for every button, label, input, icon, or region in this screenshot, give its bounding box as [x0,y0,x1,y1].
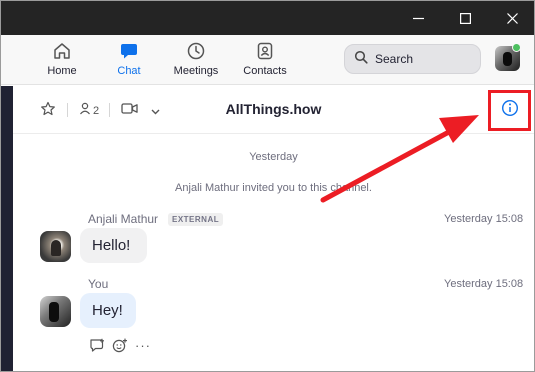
minimize-button[interactable] [395,1,441,35]
nav-home-label: Home [47,65,77,77]
nav-chat[interactable]: Chat [111,40,147,82]
date-separator: Yesterday [249,151,298,163]
title-bar [1,1,534,35]
sender-name[interactable]: You [88,277,108,291]
system-message: Anjali Mathur invited you to this channe… [175,182,372,194]
minimize-icon [412,17,424,19]
clock-icon [185,40,207,62]
message-timestamp: Yesterday 15:08 [444,213,524,225]
message-bubble[interactable]: Hey! [80,293,136,328]
search-box[interactable]: Search [344,44,481,74]
channel-header: 2 AllThings.how [13,86,534,134]
contacts-icon [254,40,276,62]
message-bubble[interactable]: Hello! [80,228,147,263]
sender-name[interactable]: Anjali Mathur [88,212,158,226]
annotation-highlight-box [488,90,531,131]
maximize-icon [459,12,471,24]
search-icon [354,50,368,69]
nav-home[interactable]: Home [45,40,79,82]
maximize-button[interactable] [442,1,488,35]
channel-title: AllThings.how [225,101,322,117]
reply-icon[interactable] [89,338,105,353]
avatar[interactable] [40,296,71,327]
avatar[interactable] [40,231,71,262]
presence-status-dot [512,43,521,52]
sidebar-edge [1,86,13,371]
nav-meetings[interactable]: Meetings [169,40,223,82]
search-label: Search [375,52,414,66]
nav-contacts-label: Contacts [243,65,287,77]
more-options-button[interactable]: ··· [135,338,151,353]
close-icon [506,12,518,24]
nav-contacts[interactable]: Contacts [240,40,290,82]
top-navigation: Home Chat Meetings Contacts Search [1,35,534,85]
chat-bubble-icon [118,40,140,62]
home-icon [51,40,73,62]
message-timestamp: Yesterday 15:08 [444,278,524,290]
external-badge: EXTERNAL [168,213,224,226]
add-emoji-icon[interactable] [112,338,128,353]
nav-chat-label: Chat [117,65,141,77]
close-button[interactable] [489,1,534,35]
message-actions: ··· [89,338,158,353]
zoom-window: Home Chat Meetings Contacts Search 2 All… [0,0,535,372]
nav-meetings-label: Meetings [173,65,219,77]
